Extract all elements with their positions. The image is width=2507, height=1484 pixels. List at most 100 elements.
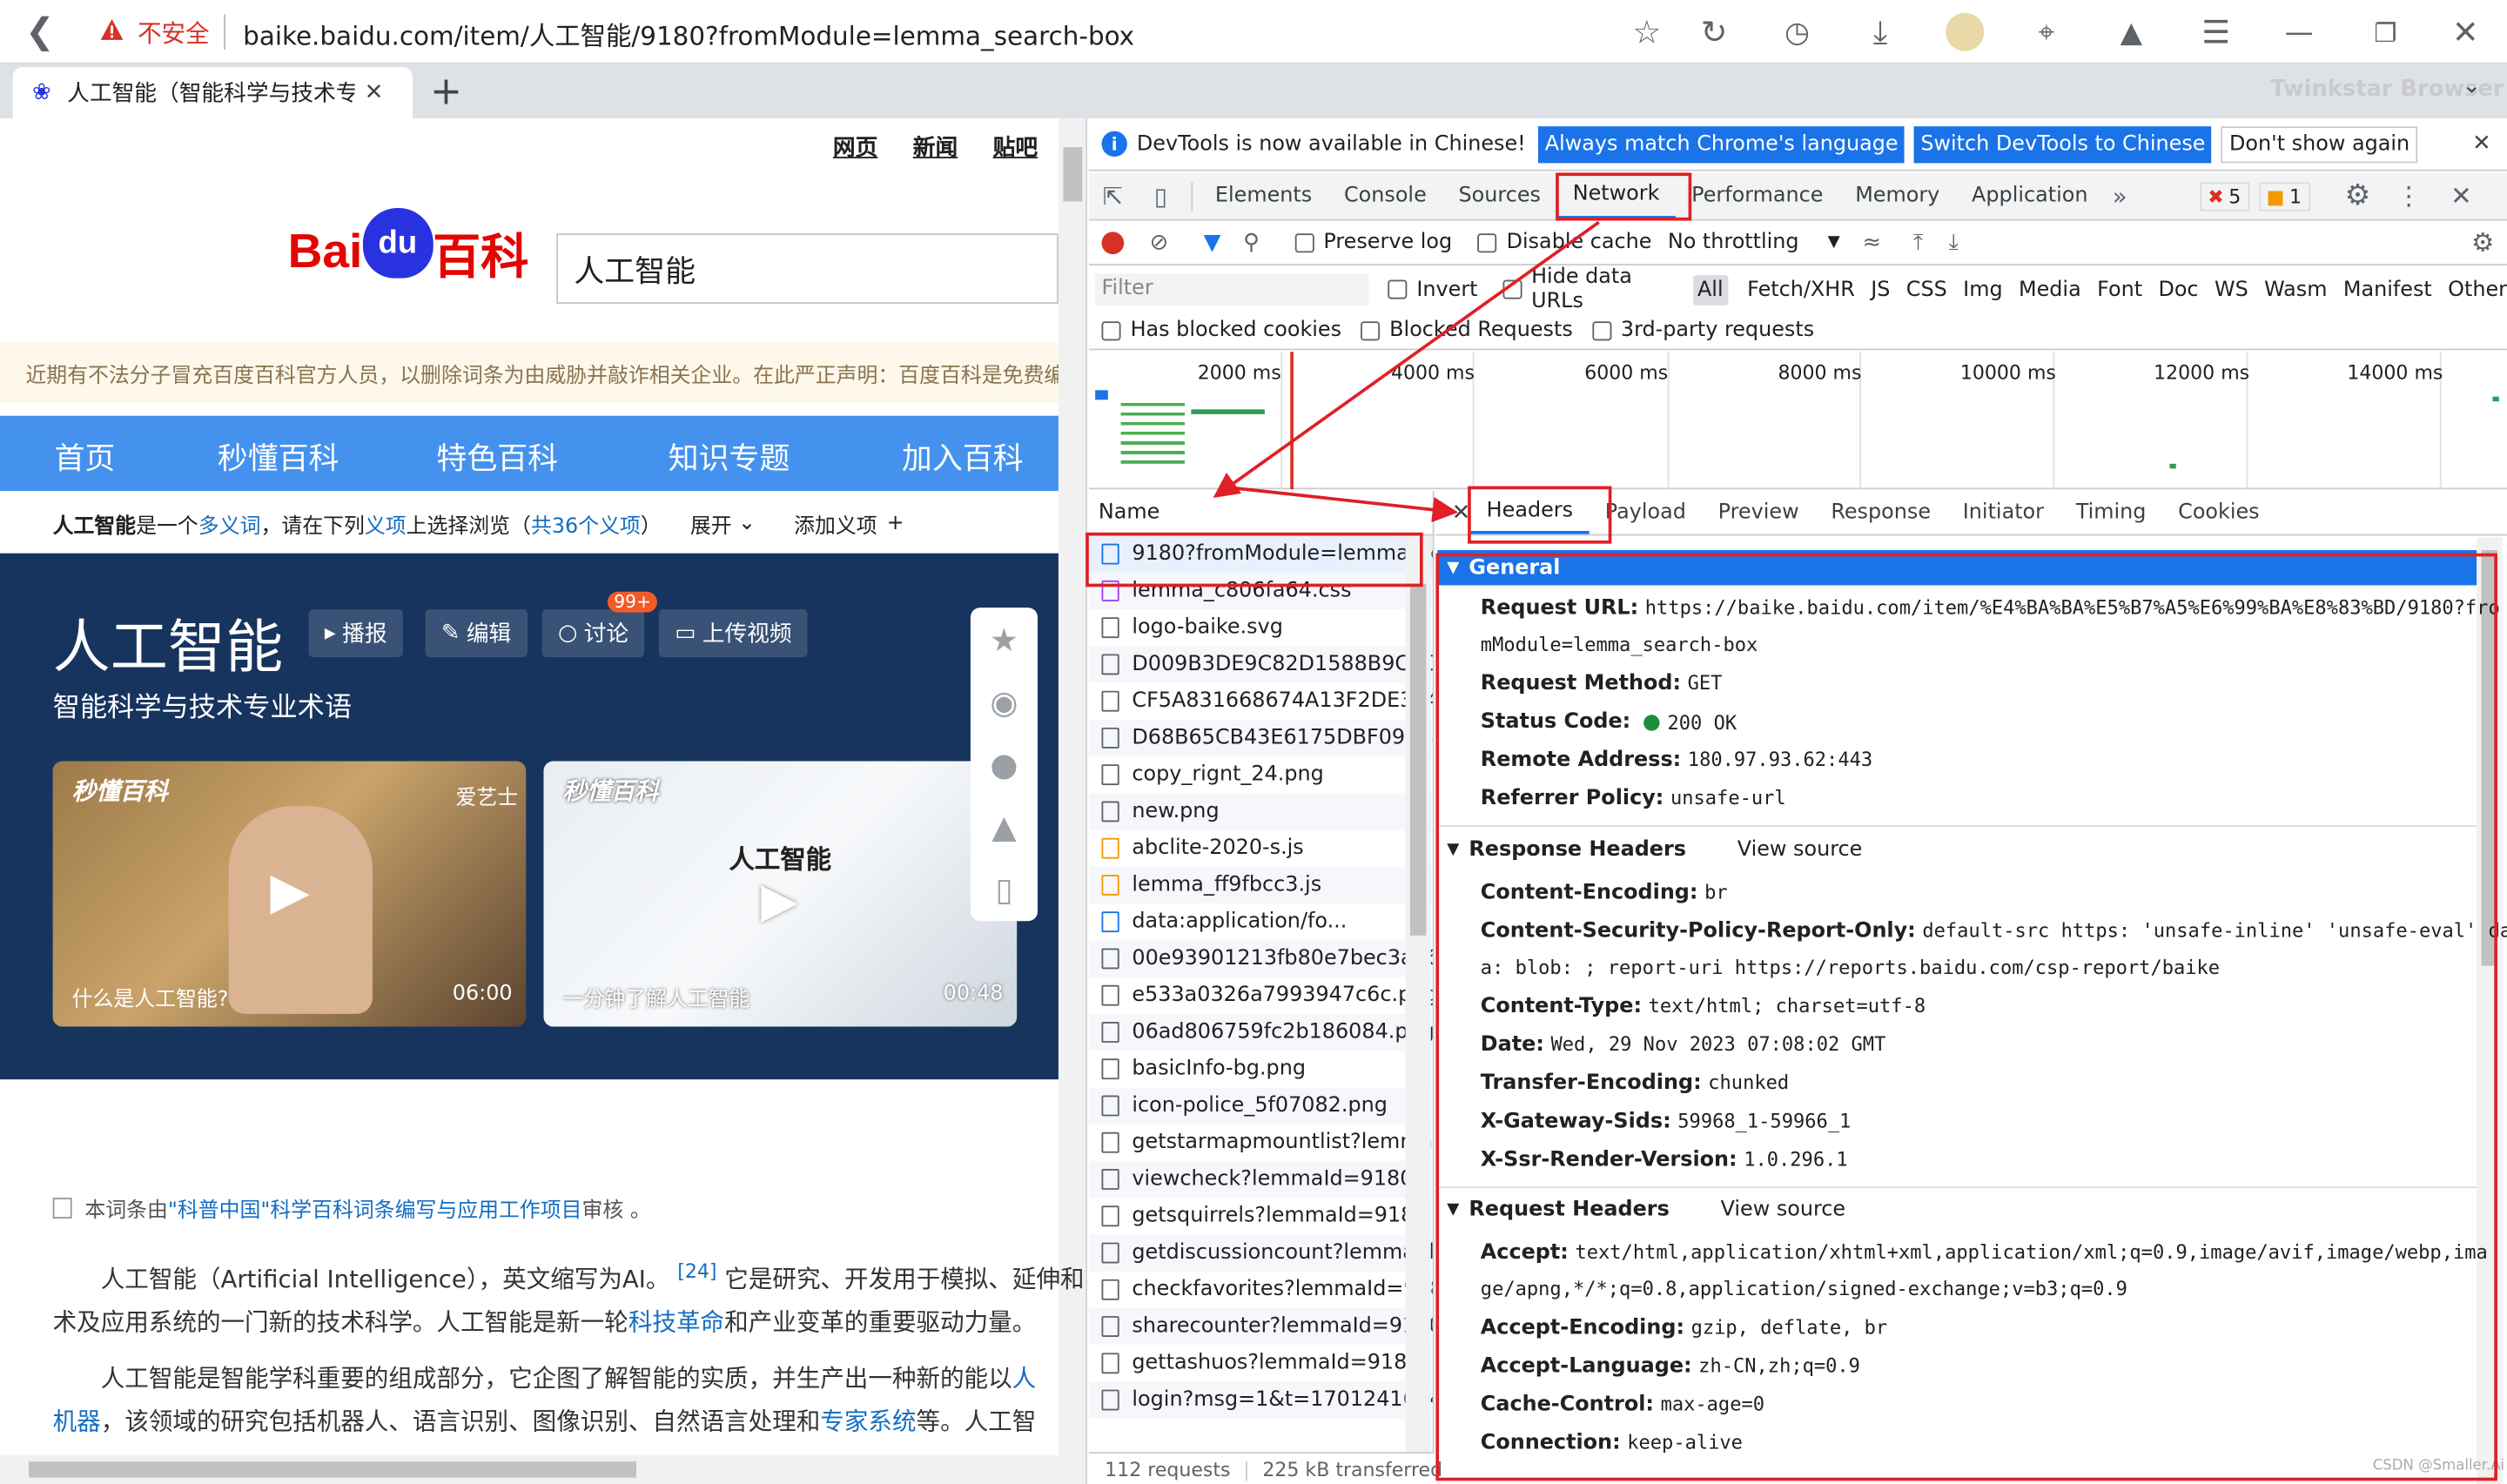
type-filter-doc[interactable]: Doc <box>2158 278 2198 302</box>
close-tab-icon[interactable]: ✕ <box>365 80 384 105</box>
list-scrollbar[interactable] <box>1405 535 1431 1453</box>
tab-timing[interactable]: Timing <box>2060 491 2161 534</box>
star-icon[interactable]: ☆ <box>1628 13 1666 51</box>
disable-cache-checkbox[interactable] <box>1477 232 1497 252</box>
article-link[interactable]: 人 <box>1012 1364 1037 1393</box>
play-icon[interactable]: ▶ <box>270 860 309 921</box>
close-window-icon[interactable]: ✕ <box>2446 13 2484 51</box>
type-filter-media[interactable]: Media <box>2019 278 2081 302</box>
device-toolbar-icon[interactable]: ▯ <box>1137 172 1185 220</box>
request-row[interactable]: getstarmapmountlist?lemmal <box>1089 1125 1433 1161</box>
view-source-link[interactable]: View source <box>1737 838 1863 863</box>
request-row[interactable]: logo-baike.svg <box>1089 609 1433 646</box>
network-conditions-icon[interactable]: ≈ <box>1863 230 1882 255</box>
reload-icon[interactable]: ↻ <box>1695 13 1733 51</box>
request-row[interactable]: 00e93901213fb80e7bec3a46 <box>1088 940 1433 977</box>
video-card[interactable]: 秒懂百科 人工智能 ▶ 一分钟了解人工智能 00:48 <box>543 761 1018 1027</box>
throttling-select[interactable]: No throttling <box>1668 231 1799 255</box>
polysemy-link[interactable]: 多义词 <box>198 508 261 540</box>
chevron-down-icon[interactable]: ⌄ <box>2463 74 2482 99</box>
errors-badge[interactable]: ✖ 5 <box>2200 181 2249 211</box>
tab-response[interactable]: Response <box>1815 491 1946 534</box>
top-link-news[interactable]: 新闻 <box>913 131 958 164</box>
request-row[interactable]: new.png <box>1088 793 1433 830</box>
request-row[interactable]: login?msg=1&t=1701241684 <box>1088 1381 1433 1419</box>
filter-input[interactable]: Filter <box>1095 273 1370 306</box>
request-row[interactable]: gettashuos?lemmaId=9180 <box>1089 1345 1433 1381</box>
request-row[interactable]: basicInfo-bg.png <box>1089 1051 1433 1087</box>
dont-show-button[interactable]: Don't show again <box>2221 125 2418 163</box>
close-infobar-icon[interactable]: ✕ <box>2472 131 2491 157</box>
request-row[interactable]: e533a0326a7993947c6c.png <box>1089 977 1433 1014</box>
network-settings-icon[interactable]: ⚙ <box>2471 227 2494 258</box>
qq-icon[interactable]: ▲ <box>991 808 1016 846</box>
close-devtools-icon[interactable]: ✕ <box>2450 181 2472 212</box>
search-input[interactable]: 人工智能 <box>556 233 1059 305</box>
nav-join[interactable]: 加入百科 <box>902 435 1024 479</box>
article-link[interactable]: 专家系统 <box>820 1407 916 1436</box>
request-row[interactable]: copy_rignt_24.png <box>1089 756 1433 793</box>
horizontal-scrollbar[interactable] <box>0 1454 1059 1484</box>
request-row[interactable]: getsquirrels?lemmaId=9180 <box>1089 1198 1433 1234</box>
filter-funnel-icon[interactable]: ▼ <box>1204 230 1221 255</box>
third-party-checkbox[interactable] <box>1591 320 1611 340</box>
tab-network[interactable]: Network <box>1556 172 1676 219</box>
tab-elements[interactable]: Elements <box>1200 172 1328 218</box>
nav-miaodong[interactable]: 秒懂百科 <box>218 435 339 479</box>
settings-gear-icon[interactable]: ⚙ <box>2345 179 2371 213</box>
more-tabs-icon[interactable]: » <box>2104 182 2136 211</box>
request-row[interactable]: sharecounter?lemmaId=9180 <box>1088 1307 1433 1346</box>
edit-button[interactable]: ✎ 编辑 <box>425 609 528 658</box>
invert-checkbox[interactable] <box>1388 279 1408 299</box>
type-filter-img[interactable]: Img <box>1963 278 2002 302</box>
crop-icon[interactable]: ⌖ <box>2027 13 2066 51</box>
upload-video-button[interactable]: ▭ 上传视频 <box>658 609 808 658</box>
play-icon[interactable]: ▶ <box>761 873 797 929</box>
view-source-link[interactable]: View source <box>1721 1198 1846 1222</box>
new-tab-icon[interactable]: + <box>426 69 467 113</box>
url-field[interactable]: baike.baidu.com/item/人工智能/9180?fromModul… <box>243 15 1134 53</box>
request-row[interactable]: 06ad806759fc2b186084.png <box>1088 1013 1433 1051</box>
review-link[interactable]: "科普中国"科学百科词条编写与应用工作项目 <box>168 1193 582 1224</box>
tab-memory[interactable]: Memory <box>1839 172 1956 218</box>
tab-headers[interactable]: Headers <box>1470 491 1590 534</box>
name-column-header[interactable]: Name <box>1088 491 1433 536</box>
tab-payload[interactable]: Payload <box>1589 491 1702 534</box>
tab-preview[interactable]: Preview <box>1702 491 1815 534</box>
blocked-requests-checkbox[interactable] <box>1361 320 1381 340</box>
type-filter-all[interactable]: All <box>1692 274 1729 306</box>
download-icon[interactable]: ⤓ <box>1861 13 1899 51</box>
weibo-icon[interactable]: ◉ <box>990 682 1018 721</box>
inspect-icon[interactable]: ⇱ <box>1089 172 1137 220</box>
type-filter-ws[interactable]: WS <box>2215 278 2248 302</box>
nav-zhuanti[interactable]: 知识专题 <box>669 435 790 479</box>
browser-tab[interactable]: ❀ 人工智能（智能科学与技术专业 ✕ <box>12 67 413 118</box>
nav-tese[interactable]: 特色百科 <box>436 435 558 479</box>
type-filter-font[interactable]: Font <box>2097 278 2142 302</box>
hide-data-urls-checkbox[interactable] <box>1502 279 1522 299</box>
discuss-button[interactable]: ○ 讨论 <box>541 609 645 658</box>
request-row[interactable]: data:application/fo... <box>1089 903 1433 940</box>
kebab-menu-icon[interactable]: ⋮ <box>2396 181 2422 212</box>
type-filter-js[interactable]: JS <box>1871 278 1890 302</box>
request-row[interactable]: icon-police_5f07082.png <box>1088 1087 1433 1125</box>
article-link[interactable]: 科技革命 <box>628 1308 724 1337</box>
request-row[interactable]: abclite-2020-s.js <box>1089 830 1433 867</box>
tab-sources[interactable]: Sources <box>1442 172 1556 218</box>
restore-icon[interactable]: ❐ <box>2366 13 2404 51</box>
match-language-button[interactable]: Always match Chrome's language <box>1538 125 1905 163</box>
back-arrow-icon[interactable]: ❮ <box>19 12 61 52</box>
type-filter-xhr[interactable]: Fetch/XHR <box>1747 278 1855 302</box>
export-har-icon[interactable]: ⤓ <box>1949 230 1959 255</box>
favorite-star-icon[interactable]: ★ <box>990 620 1018 658</box>
request-row[interactable]: 9180?fromModule=lemma_se <box>1088 535 1433 573</box>
broadcast-button[interactable]: ▸ 播报 <box>308 609 403 658</box>
baidu-baike-logo[interactable]: Bai du 百科 <box>288 207 528 288</box>
type-filter-other[interactable]: Other <box>2448 278 2507 302</box>
avatar-icon[interactable] <box>1946 12 1985 51</box>
senses-count-link[interactable]: 共36个义项 <box>531 508 641 540</box>
request-row[interactable]: viewcheck?lemmaId=9180 <box>1088 1160 1433 1199</box>
request-row[interactable]: checkfavorites?lemmaId=918 <box>1089 1272 1433 1308</box>
minimize-icon[interactable]: — <box>2280 13 2318 51</box>
clear-icon[interactable]: ⊘ <box>1150 230 1169 255</box>
